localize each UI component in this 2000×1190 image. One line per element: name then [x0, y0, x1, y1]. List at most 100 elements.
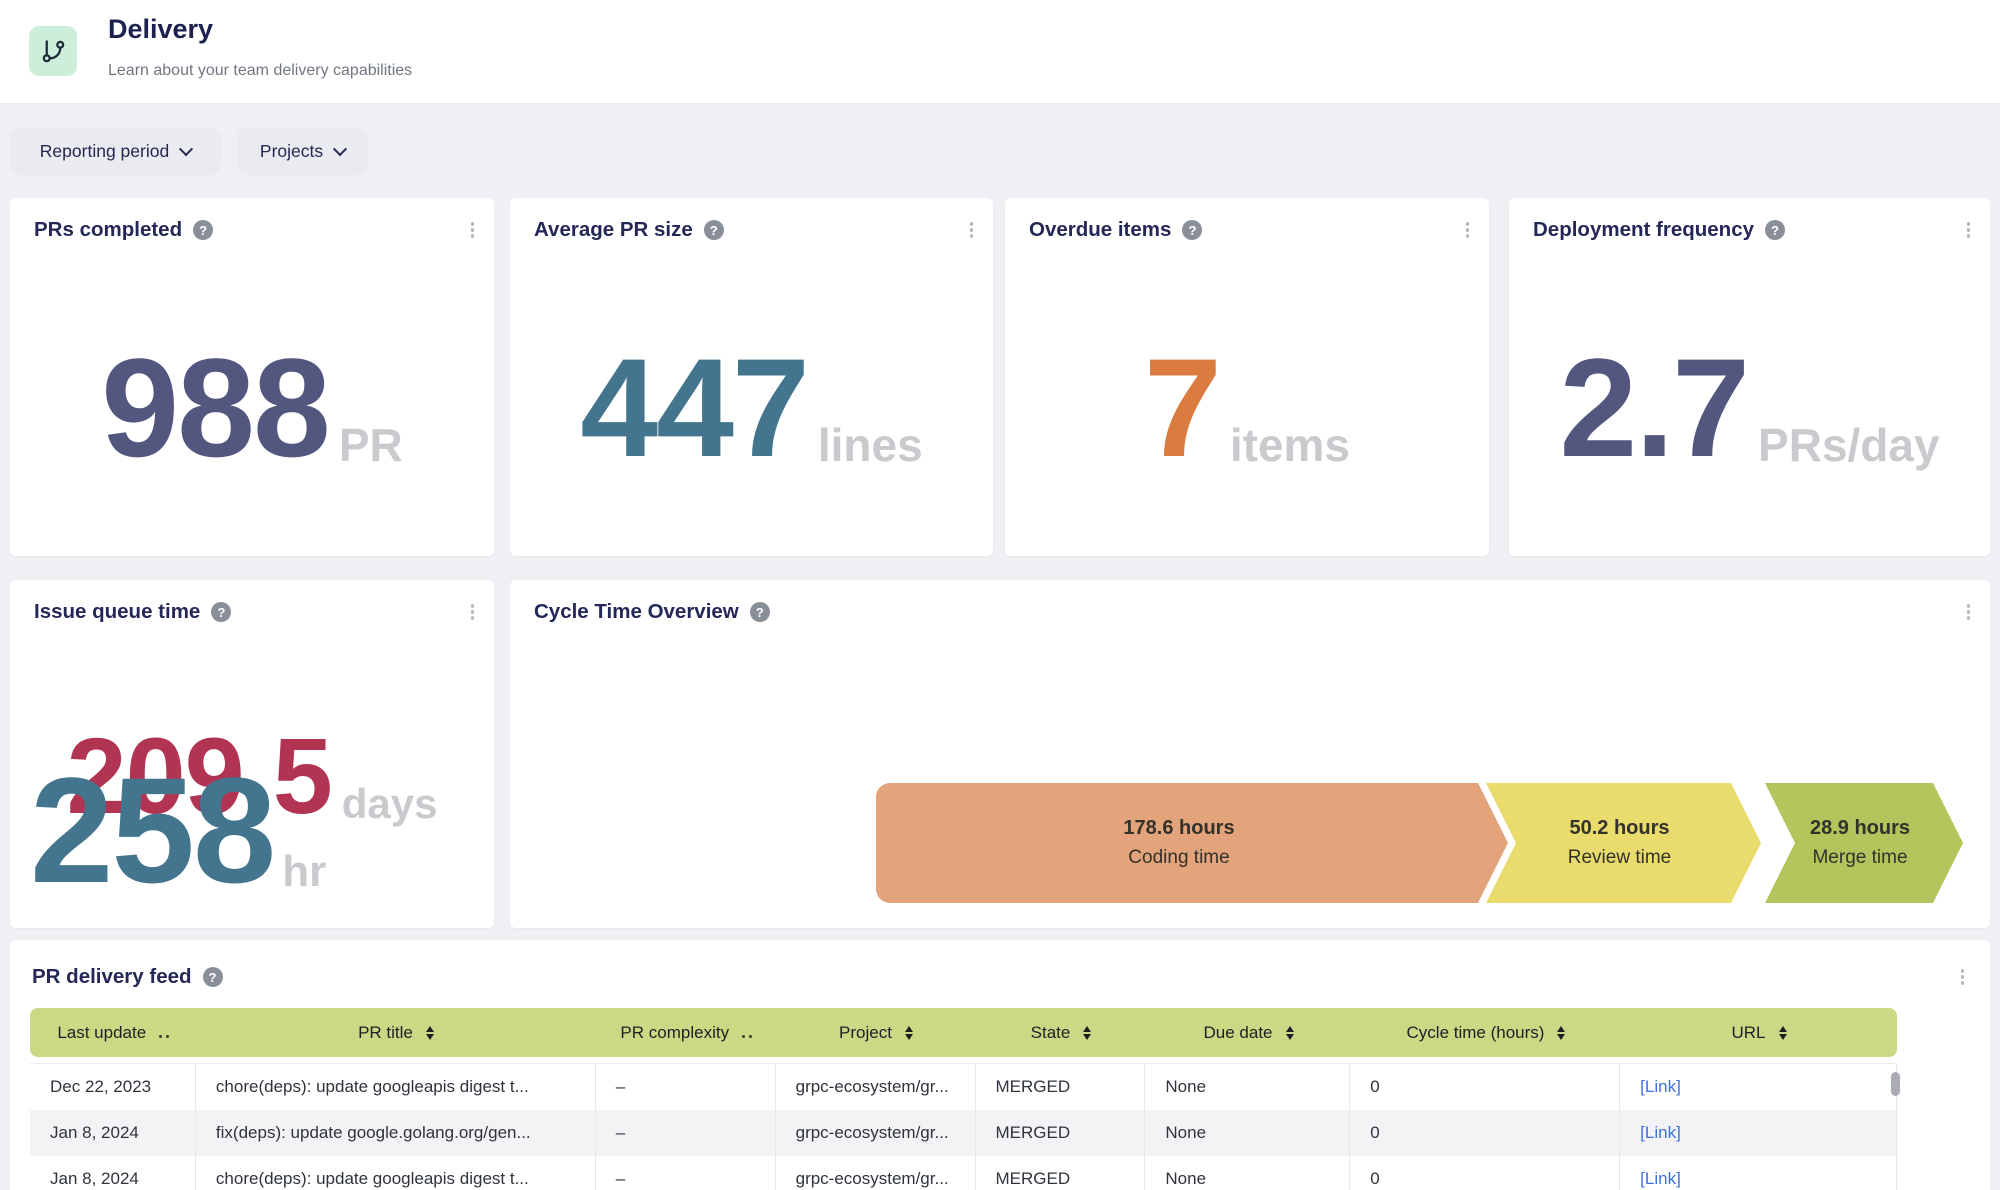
cell-cycle-time: 0: [1350, 1156, 1620, 1190]
cell-cycle-time: 0: [1350, 1110, 1620, 1156]
cell-cycle-time: 0: [1350, 1064, 1620, 1110]
deployment-frequency-card: Deployment frequency 2.7 PRs/day: [1509, 198, 1990, 556]
kebab-menu-icon[interactable]: [966, 218, 978, 242]
sort-arrows-icon: [905, 1026, 913, 1040]
cell-due-date: None: [1145, 1110, 1350, 1156]
cycle-time-funnel-chart: 178.6 hours Coding time 50.2 hours Revie…: [876, 783, 1963, 903]
kebab-menu-icon[interactable]: [1957, 965, 1969, 989]
cell-last-update: Dec 22, 2023: [30, 1064, 196, 1110]
cell-pr-complexity: –: [596, 1110, 776, 1156]
page-title: Delivery: [108, 14, 213, 45]
projects-label: Projects: [260, 141, 323, 162]
column-header-pr-title[interactable]: PR title: [196, 1023, 596, 1043]
card-title: Average PR size: [534, 218, 693, 242]
git-branch-icon: [29, 26, 77, 76]
overdue-items-card: Overdue items 7 items: [1005, 198, 1489, 556]
chevron-down-icon: [179, 142, 193, 156]
metric-value: 7: [1144, 338, 1220, 478]
metric-value-group: 2.7 PRs/day: [1509, 338, 1990, 478]
metric-unit: days: [342, 783, 438, 825]
pr-link[interactable]: [Link]: [1620, 1110, 1896, 1156]
table-row: Jan 8, 2024 chore(deps): update googleap…: [30, 1156, 1896, 1190]
help-icon[interactable]: [193, 220, 213, 240]
card-title: Deployment frequency: [1533, 218, 1754, 242]
segment-hours: 28.9 hours: [1810, 817, 1910, 840]
merge-time-segment[interactable]: 28.9 hours Merge time: [1765, 783, 1963, 903]
table-header-row: Last update PR title PR complexity Proje…: [30, 1008, 1897, 1057]
metric-value-group: 7 items: [1005, 338, 1489, 478]
metric-value-group: 988 PR: [10, 338, 494, 478]
column-header-cycle-time[interactable]: Cycle time (hours): [1351, 1023, 1621, 1043]
sort-arrows-icon: [426, 1026, 434, 1040]
metric-value: 258: [30, 755, 274, 905]
cycle-time-value-group: 258 hr: [30, 755, 326, 905]
column-header-project[interactable]: Project: [776, 1023, 976, 1043]
table-scrollbar[interactable]: [1891, 1072, 1900, 1096]
card-title: PR delivery feed: [32, 965, 192, 989]
pr-delivery-feed-card: PR delivery feed Last update PR title PR…: [10, 940, 1990, 1190]
segment-hours: 50.2 hours: [1569, 817, 1669, 840]
kebab-menu-icon[interactable]: [467, 218, 479, 242]
two-dots-icon: [159, 1035, 169, 1038]
page-header: Delivery Learn about your team delivery …: [0, 0, 2000, 104]
cell-pr-complexity: –: [596, 1064, 776, 1110]
cell-last-update: Jan 8, 2024: [30, 1110, 196, 1156]
cell-state: MERGED: [976, 1156, 1146, 1190]
kebab-menu-icon[interactable]: [1963, 600, 1975, 624]
help-icon[interactable]: [1182, 220, 1202, 240]
pr-link[interactable]: [Link]: [1620, 1156, 1896, 1190]
metric-unit: lines: [818, 422, 923, 468]
column-header-pr-complexity[interactable]: PR complexity: [596, 1023, 776, 1043]
kebab-menu-icon[interactable]: [467, 600, 479, 624]
reporting-period-label: Reporting period: [40, 141, 169, 162]
column-header-due-date[interactable]: Due date: [1146, 1023, 1351, 1043]
metric-unit: hr: [282, 850, 326, 894]
two-dots-icon: [742, 1035, 752, 1038]
pr-link[interactable]: [Link]: [1620, 1064, 1896, 1110]
cell-project: grpc-ecosystem/gr...: [776, 1064, 976, 1110]
coding-time-segment[interactable]: 178.6 hours Coding time: [876, 783, 1508, 903]
cell-project: grpc-ecosystem/gr...: [776, 1156, 976, 1190]
projects-dropdown[interactable]: Projects: [237, 128, 368, 175]
help-icon[interactable]: [211, 602, 231, 622]
cell-pr-complexity: –: [596, 1156, 776, 1190]
metric-unit: PR: [339, 422, 403, 468]
metric-value: 2.7: [1559, 338, 1748, 478]
column-header-url[interactable]: URL: [1621, 1023, 1897, 1043]
kebab-menu-icon[interactable]: [1462, 218, 1474, 242]
cell-pr-title: fix(deps): update google.golang.org/gen.…: [196, 1110, 596, 1156]
page-subtitle: Learn about your team delivery capabilit…: [108, 62, 412, 80]
segment-label: Coding time: [1128, 847, 1229, 869]
help-icon[interactable]: [203, 967, 223, 987]
card-title: Overdue items: [1029, 218, 1171, 242]
card-title: Issue queue time: [34, 600, 200, 624]
metric-unit: items: [1230, 422, 1350, 468]
metric-value-group: 447 lines: [510, 338, 993, 478]
table-row: Jan 8, 2024 fix(deps): update google.gol…: [30, 1110, 1896, 1156]
metric-value: 988: [101, 338, 329, 478]
segment-label: Review time: [1568, 847, 1671, 869]
help-icon[interactable]: [1765, 220, 1785, 240]
metric-value: 447: [580, 338, 808, 478]
card-title: PRs completed: [34, 218, 182, 242]
pr-feed-table: Last update PR title PR complexity Proje…: [30, 1008, 1897, 1190]
sort-arrows-icon: [1286, 1026, 1294, 1040]
reporting-period-dropdown[interactable]: Reporting period: [10, 128, 221, 175]
cell-due-date: None: [1145, 1064, 1350, 1110]
column-header-state[interactable]: State: [976, 1023, 1146, 1043]
segment-label: Merge time: [1812, 847, 1907, 869]
average-pr-size-card: Average PR size 447 lines: [510, 198, 993, 556]
kebab-menu-icon[interactable]: [1963, 218, 1975, 242]
sort-arrows-icon: [1083, 1026, 1091, 1040]
chevron-down-icon: [333, 142, 347, 156]
cell-pr-title: chore(deps): update googleapis digest t.…: [196, 1064, 596, 1110]
column-header-last-update[interactable]: Last update: [30, 1023, 196, 1043]
prs-completed-card: PRs completed 988 PR: [10, 198, 494, 556]
table-body: Dec 22, 2023 chore(deps): update googlea…: [30, 1063, 1897, 1190]
table-row: Dec 22, 2023 chore(deps): update googlea…: [30, 1064, 1896, 1110]
help-icon[interactable]: [704, 220, 724, 240]
help-icon[interactable]: [750, 602, 770, 622]
sort-arrows-icon: [1557, 1026, 1565, 1040]
segment-hours: 178.6 hours: [1123, 817, 1234, 840]
review-time-segment[interactable]: 50.2 hours Review time: [1486, 783, 1761, 903]
